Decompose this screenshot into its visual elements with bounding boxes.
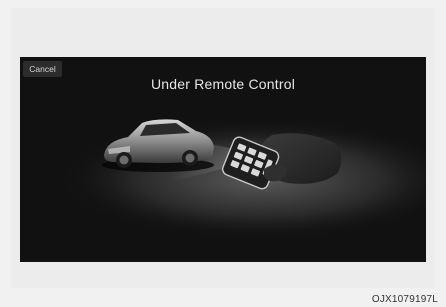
remote-control-screen: Cancel Under Remote Control [20, 57, 426, 262]
cancel-button[interactable]: Cancel [23, 61, 62, 77]
screen-title: Under Remote Control [150, 76, 296, 92]
image-code-caption: OJX1079197L [371, 294, 438, 305]
floor-glow [35, 117, 426, 241]
